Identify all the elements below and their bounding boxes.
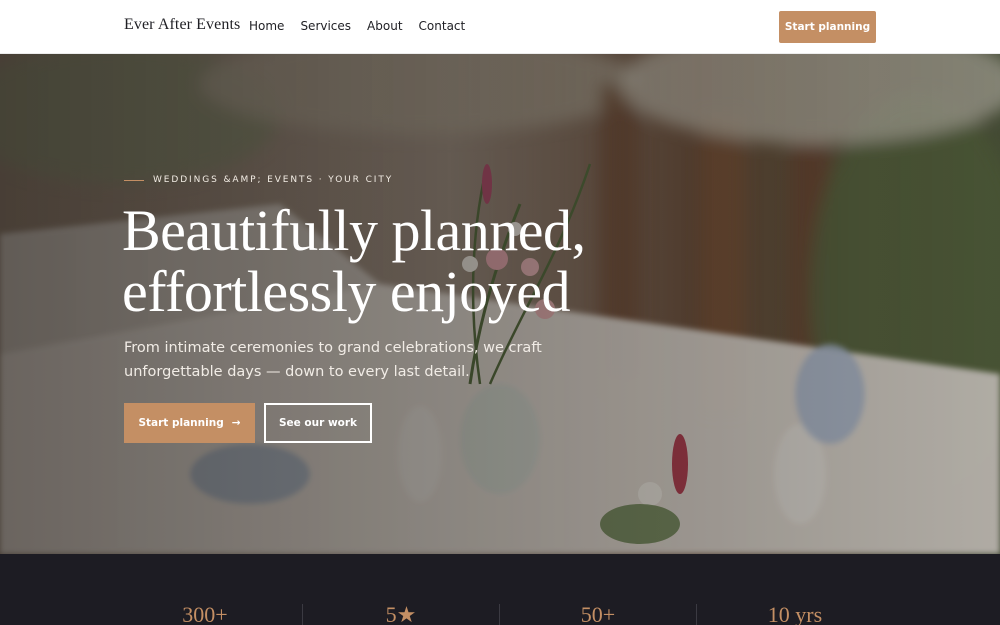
top-navbar: Ever After Events Home Services About Co… [0,0,1000,54]
hero-start-planning-label: Start planning [138,417,224,429]
headline-line-2: effortlessly enjoyed [122,259,570,324]
hero-eyebrow: WEDDINGS &AMP; EVENTS · YOUR CITY [124,175,393,185]
stat-years: 10 yrs [767,602,823,625]
headline-line-1: Beautifully planned, [122,198,586,263]
stat-divider [302,604,303,625]
stat-events: 300+ [182,602,228,625]
eyebrow-text: WEDDINGS &AMP; EVENTS · YOUR CITY [153,175,394,185]
nav-start-planning-button[interactable]: Start planning [779,11,876,43]
hero-section: WEDDINGS &AMP; EVENTS · YOUR CITY Beauti… [0,54,1000,554]
brand-logo[interactable]: Ever After Events [124,16,240,34]
nav-links: Home Services About Contact [249,19,481,33]
nav-link-contact[interactable]: Contact [419,19,466,33]
see-our-work-button[interactable]: See our work [264,403,372,443]
hero-headline: Beautifully planned, effortlessly enjoye… [122,200,682,322]
stat-divider [499,604,500,625]
arrow-right-icon: → [231,417,241,429]
stat-divider [696,604,697,625]
stat-rating: 5★ [385,602,417,625]
hero-start-planning-button[interactable]: Start planning → [124,403,255,443]
stats-bar: 300+ 5★ 50+ 10 yrs [0,554,1000,625]
stat-vendors: 50+ [580,602,616,625]
hero-subheading: From intimate ceremonies to grand celebr… [124,340,542,380]
eyebrow-divider [124,179,144,181]
nav-link-about[interactable]: About [367,19,402,33]
nav-link-services[interactable]: Services [300,19,351,33]
nav-link-home[interactable]: Home [249,19,284,33]
